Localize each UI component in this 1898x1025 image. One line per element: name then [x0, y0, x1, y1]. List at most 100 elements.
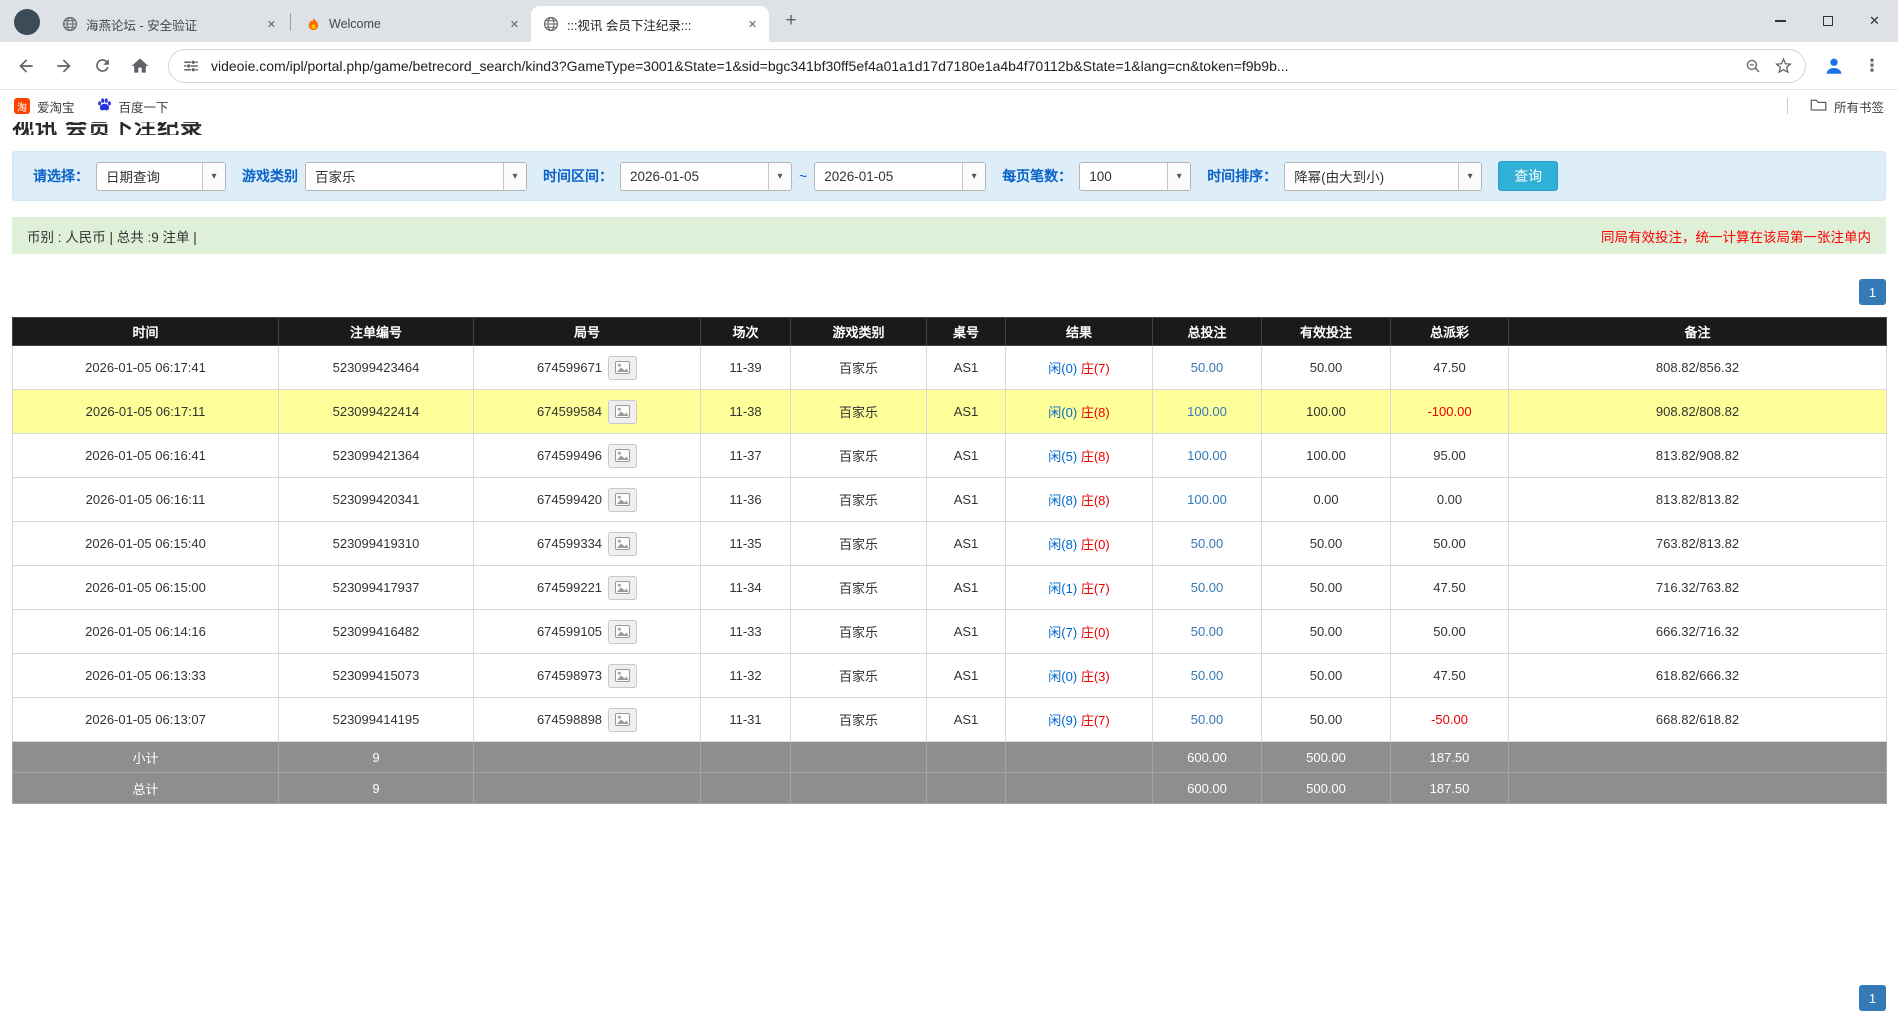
forward-button[interactable]	[46, 48, 82, 84]
table-row: 2026-01-05 06:15:00523099417937674599221…	[13, 566, 1887, 610]
result-banker: 庄(8)	[1081, 449, 1110, 464]
browser-profile-avatar[interactable]	[14, 9, 40, 35]
cell-valid-bet: 50.00	[1262, 346, 1391, 390]
page-number-button[interactable]: 1	[1859, 985, 1886, 1011]
video-replay-button[interactable]	[608, 444, 637, 468]
total-bet-link[interactable]: 100.00	[1187, 492, 1227, 507]
tab-haiyan-forum[interactable]: 海燕论坛 - 安全验证 ✕	[50, 6, 288, 42]
date-to-select[interactable]: 2026-01-05 ▾	[814, 162, 986, 191]
column-header: 时间	[13, 318, 279, 346]
round-number: 674599221	[537, 580, 602, 595]
cell-round: 674599105	[474, 610, 701, 654]
chevron-down-icon[interactable]: ▾	[503, 163, 526, 190]
chevron-down-icon[interactable]: ▾	[962, 163, 985, 190]
video-replay-button[interactable]	[608, 532, 637, 556]
result-banker: 庄(7)	[1081, 361, 1110, 376]
empty-cell	[791, 742, 927, 773]
baidu-paw-icon	[97, 97, 112, 115]
payout-value: 47.50	[1433, 360, 1466, 375]
cell-round: 674599420	[474, 478, 701, 522]
cell-game-type: 百家乐	[791, 654, 927, 698]
total-bet-link[interactable]: 100.00	[1187, 448, 1227, 463]
tab-close-icon[interactable]: ✕	[744, 16, 761, 33]
total-bet-link[interactable]: 50.00	[1191, 536, 1224, 551]
menu-kebab-icon[interactable]: ⋮	[1854, 48, 1890, 84]
total-bet-link[interactable]: 50.00	[1191, 580, 1224, 595]
cell-bet-id: 523099421364	[279, 434, 474, 478]
cell-bet-id: 523099417937	[279, 566, 474, 610]
query-button[interactable]: 查询	[1498, 161, 1558, 191]
total-bet-link[interactable]: 50.00	[1191, 668, 1224, 683]
table-footer: 小计 9 600.00 500.00 187.50 总计 9	[13, 742, 1887, 804]
home-button[interactable]	[122, 48, 158, 84]
time-sort-select[interactable]: 降幂(由大到小) ▾	[1284, 162, 1482, 191]
cell-valid-bet: 100.00	[1262, 390, 1391, 434]
chevron-down-icon[interactable]: ▾	[768, 163, 791, 190]
reload-button[interactable]	[84, 48, 120, 84]
site-settings-icon[interactable]	[181, 56, 201, 76]
cell-payout: 47.50	[1391, 566, 1509, 610]
column-header: 桌号	[927, 318, 1006, 346]
video-replay-button[interactable]	[608, 664, 637, 688]
query-type-select[interactable]: 日期查询 ▾	[96, 162, 226, 191]
bookmark-taobao[interactable]: 淘 爱淘宝	[14, 97, 75, 116]
total-bet-link[interactable]: 50.00	[1191, 360, 1224, 375]
tab-close-icon[interactable]: ✕	[263, 16, 280, 33]
back-button[interactable]	[8, 48, 44, 84]
chevron-down-icon[interactable]: ▾	[202, 163, 225, 190]
payout-value: 95.00	[1433, 448, 1466, 463]
window-minimize-button[interactable]	[1757, 0, 1804, 42]
tab-welcome[interactable]: Welcome ✕	[293, 6, 531, 42]
chevron-down-icon[interactable]: ▾	[1167, 163, 1190, 190]
pagination-bottom: 1	[1859, 985, 1886, 1011]
profile-avatar-icon[interactable]	[1816, 48, 1852, 84]
video-replay-button[interactable]	[608, 356, 637, 380]
round-number: 674599420	[537, 492, 602, 507]
video-replay-button[interactable]	[608, 576, 637, 600]
cell-note: 763.82/813.82	[1509, 522, 1887, 566]
cell-game-type: 百家乐	[791, 522, 927, 566]
payout-value: 47.50	[1433, 668, 1466, 683]
window-close-button[interactable]: ✕	[1851, 0, 1898, 42]
cell-note: 908.82/808.82	[1509, 390, 1887, 434]
table-row: 2026-01-05 06:14:16523099416482674599105…	[13, 610, 1887, 654]
cell-time: 2026-01-05 06:16:41	[13, 434, 279, 478]
video-replay-button[interactable]	[608, 708, 637, 732]
total-bet-link[interactable]: 50.00	[1191, 712, 1224, 727]
bookmark-star-icon[interactable]	[1773, 56, 1793, 76]
game-type-select[interactable]: 百家乐 ▾	[305, 162, 527, 191]
empty-cell	[1006, 773, 1153, 804]
new-tab-button[interactable]: +	[777, 7, 805, 35]
bookmark-baidu[interactable]: 百度一下	[97, 97, 169, 116]
window-controls: ✕	[1757, 0, 1898, 42]
chevron-down-icon[interactable]: ▾	[1458, 163, 1481, 190]
empty-cell	[1006, 742, 1153, 773]
per-page-select[interactable]: 100 ▾	[1079, 162, 1191, 191]
video-replay-button[interactable]	[608, 620, 637, 644]
cell-round: 674598898	[474, 698, 701, 742]
bookmarks-bar: 淘 爱淘宝 百度一下 所有书签	[0, 90, 1898, 122]
tab-bet-record-active[interactable]: :::视讯 会员下注纪录::: ✕	[531, 6, 769, 42]
cell-total-bet: 50.00	[1153, 610, 1262, 654]
filter-bar: 请选择： 日期查询 ▾ 游戏类别 百家乐 ▾ 时间区间： 2026-01-05 …	[12, 151, 1886, 201]
zoom-icon[interactable]	[1743, 56, 1763, 76]
date-to-value: 2026-01-05	[815, 163, 962, 190]
address-bar[interactable]: videoie.com/ipl/portal.php/game/betrecor…	[168, 49, 1806, 83]
tab-close-icon[interactable]: ✕	[506, 16, 523, 33]
cell-note: 668.82/618.82	[1509, 698, 1887, 742]
bookmarks-divider	[1787, 98, 1788, 114]
payout-value: 0.00	[1437, 492, 1462, 507]
date-from-select[interactable]: 2026-01-05 ▾	[620, 162, 792, 191]
video-replay-button[interactable]	[608, 488, 637, 512]
empty-cell	[927, 742, 1006, 773]
window-maximize-button[interactable]	[1804, 0, 1851, 42]
total-bet-link[interactable]: 100.00	[1187, 404, 1227, 419]
cell-bet-id: 523099422414	[279, 390, 474, 434]
result-player: 闲(0)	[1048, 361, 1077, 376]
cell-total-bet: 50.00	[1153, 698, 1262, 742]
page-number-button[interactable]: 1	[1859, 279, 1886, 305]
total-bet-link[interactable]: 50.00	[1191, 624, 1224, 639]
all-bookmarks-button[interactable]: 所有书签	[1810, 97, 1884, 116]
video-replay-button[interactable]	[608, 400, 637, 424]
cell-round: 674599221	[474, 566, 701, 610]
